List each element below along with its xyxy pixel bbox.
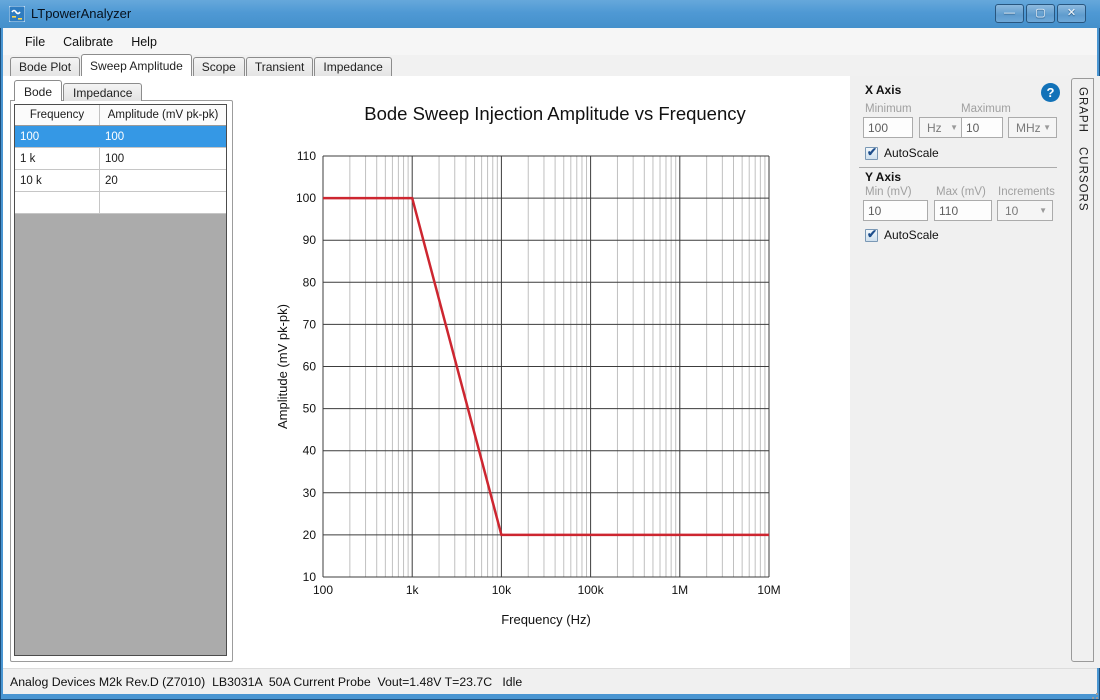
x-tick-label: 100k xyxy=(578,583,605,597)
table-cell[interactable]: 100 xyxy=(15,126,100,147)
x-axis-label: Frequency (Hz) xyxy=(501,612,591,627)
status-text: Analog Devices M2k Rev.D (Z7010) LB3031A… xyxy=(10,674,523,689)
x-axis-section-title: X Axis xyxy=(865,83,902,97)
table-cell[interactable]: 100 xyxy=(100,148,226,169)
close-button[interactable]: ✕ xyxy=(1057,4,1086,23)
sweep-amplitude-page: Bode Impedance Frequency Amplitude (mV pk-… xyxy=(3,76,1100,668)
tab-impedance[interactable]: Impedance xyxy=(314,57,392,76)
x-tick-label: 1k xyxy=(406,583,420,597)
y-increments-value: 10 xyxy=(1005,203,1019,218)
table-header-row: Frequency Amplitude (mV pk-pk) xyxy=(15,105,226,126)
y-increments-select[interactable]: 10 ▼ xyxy=(997,200,1053,221)
y-increments-label: Increments xyxy=(998,186,1055,198)
subtab-bode[interactable]: Bode xyxy=(14,80,63,101)
table-cell[interactable]: 20 xyxy=(100,170,226,191)
y-tick-label: 50 xyxy=(303,402,317,416)
y-autoscale-label: AutoScale xyxy=(884,228,939,242)
table-cell[interactable]: 1 k xyxy=(15,148,100,169)
y-tick-label: 10 xyxy=(303,570,317,584)
y-tick-label: 30 xyxy=(303,486,317,500)
y-autoscale-checkbox[interactable]: ✔ xyxy=(865,226,878,242)
menu-item-file[interactable]: File xyxy=(16,31,54,53)
x-max-input[interactable] xyxy=(961,117,1003,138)
title-bar[interactable]: LTpowerAnalyzer — ▢ ✕ xyxy=(0,0,1100,28)
axis-settings-panel: X Axis ? Minimum Maximum Hz ▼ MHz ▼ ✔ Au… xyxy=(850,76,1066,668)
x-autoscale-label: AutoScale xyxy=(884,146,939,160)
x-min-unit-value: Hz xyxy=(927,120,942,135)
column-header-amplitude-mv-pk-pk[interactable]: Amplitude (mV pk-pk) xyxy=(100,105,226,125)
y-max-label: Max (mV) xyxy=(936,186,986,198)
minimize-button[interactable]: — xyxy=(995,4,1024,23)
y-tick-label: 100 xyxy=(296,191,316,205)
side-tab-cursors[interactable]: CURSORS xyxy=(1077,147,1089,212)
section-divider xyxy=(859,167,1057,168)
x-max-unit-value: MHz xyxy=(1016,120,1041,135)
table-cell[interactable]: 10 k xyxy=(15,170,100,191)
x-min-input[interactable] xyxy=(863,117,913,138)
x-tick-label: 10M xyxy=(757,583,780,597)
left-sub-tab-strip: Bode Impedance xyxy=(14,80,143,101)
help-icon[interactable]: ? xyxy=(1041,83,1060,102)
tab-bode-plot[interactable]: Bode Plot xyxy=(10,57,81,76)
subtab-impedance[interactable]: Impedance xyxy=(63,83,143,101)
menu-item-help[interactable]: Help xyxy=(122,31,166,53)
check-icon: ✔ xyxy=(867,144,878,159)
main-tab-strip: Bode Plot Sweep Amplitude Scope Transient Im… xyxy=(3,54,1097,76)
chart-title: Bode Sweep Injection Amplitude vs Freque… xyxy=(364,103,746,124)
amplitude-chart: 10 20 30 40 50 60 70 80 90 100 110 100 1k 10k 100k 1M 10… xyxy=(275,103,781,627)
y-axis-label: Amplitude (mV pk-pk) xyxy=(275,304,290,429)
x-tick-label: 100 xyxy=(313,583,333,597)
y-min-input[interactable] xyxy=(863,200,928,221)
y-tick-label: 70 xyxy=(303,317,317,331)
column-header-frequency[interactable]: Frequency xyxy=(15,105,100,125)
y-autoscale-row: ✔ AutoScale xyxy=(865,226,939,242)
y-tick-label: 60 xyxy=(303,360,317,374)
table-cell[interactable] xyxy=(15,192,100,213)
side-tab-zone: GRAPH CURSORS xyxy=(1066,76,1100,668)
chevron-down-icon: ▼ xyxy=(1039,205,1047,215)
table-row[interactable]: 100 100 xyxy=(15,126,226,148)
x-min-unit-select[interactable]: Hz ▼ xyxy=(919,117,964,138)
side-tab-strip: GRAPH CURSORS xyxy=(1071,78,1094,662)
table-row[interactable] xyxy=(15,192,226,214)
y-tick-label: 90 xyxy=(303,233,317,247)
y-axis-section-title: Y Axis xyxy=(865,170,902,184)
y-tick-label: 80 xyxy=(303,275,317,289)
maximize-button[interactable]: ▢ xyxy=(1026,4,1055,23)
chevron-down-icon: ▼ xyxy=(1043,122,1051,132)
x-max-unit-select[interactable]: MHz ▼ xyxy=(1008,117,1057,138)
tab-scope[interactable]: Scope xyxy=(192,57,245,76)
y-tick-label: 40 xyxy=(303,444,317,458)
menu-bar: File Calibrate Help xyxy=(3,28,1097,55)
status-bar: Analog Devices M2k Rev.D (Z7010) LB3031A… xyxy=(3,668,1097,694)
x-tick-label: 10k xyxy=(492,583,512,597)
amplitude-table[interactable]: Frequency Amplitude (mV pk-pk) 100 100 1 k1… xyxy=(14,104,227,656)
x-tick-label: 1M xyxy=(671,583,688,597)
chevron-down-icon: ▼ xyxy=(950,122,958,132)
tab-sweep-amplitude[interactable]: Sweep Amplitude xyxy=(81,54,192,76)
x-autoscale-checkbox[interactable]: ✔ xyxy=(865,144,878,160)
menu-item-calibrate[interactable]: Calibrate xyxy=(54,31,122,53)
x-max-label: Maximum xyxy=(961,103,1011,115)
table-row[interactable]: 1 k 100 xyxy=(15,148,226,170)
y-tick-label: 110 xyxy=(297,149,316,163)
x-min-label: Minimum xyxy=(865,103,912,115)
window-title: LTpowerAnalyzer xyxy=(31,6,132,21)
table-cell[interactable] xyxy=(100,192,226,213)
x-autoscale-row: ✔ AutoScale xyxy=(865,144,939,160)
resize-grip-icon[interactable] xyxy=(1092,689,1094,691)
bode-table-panel: Frequency Amplitude (mV pk-pk) 100 100 1 k1… xyxy=(10,100,233,662)
y-min-label: Min (mV) xyxy=(865,186,912,198)
table-cell[interactable]: 100 xyxy=(100,126,226,147)
app-window: LTpowerAnalyzer — ▢ ✕ File Calibrate Help Bo… xyxy=(0,0,1100,700)
y-tick-label: 20 xyxy=(303,528,317,542)
window-controls: — ▢ ✕ xyxy=(995,4,1086,23)
check-icon: ✔ xyxy=(867,226,878,241)
side-tab-graph[interactable]: GRAPH xyxy=(1077,87,1089,133)
tab-transient[interactable]: Transient xyxy=(245,57,314,76)
table-row[interactable]: 10 k 20 xyxy=(15,170,226,192)
y-max-input[interactable] xyxy=(934,200,992,221)
app-icon xyxy=(9,6,25,22)
